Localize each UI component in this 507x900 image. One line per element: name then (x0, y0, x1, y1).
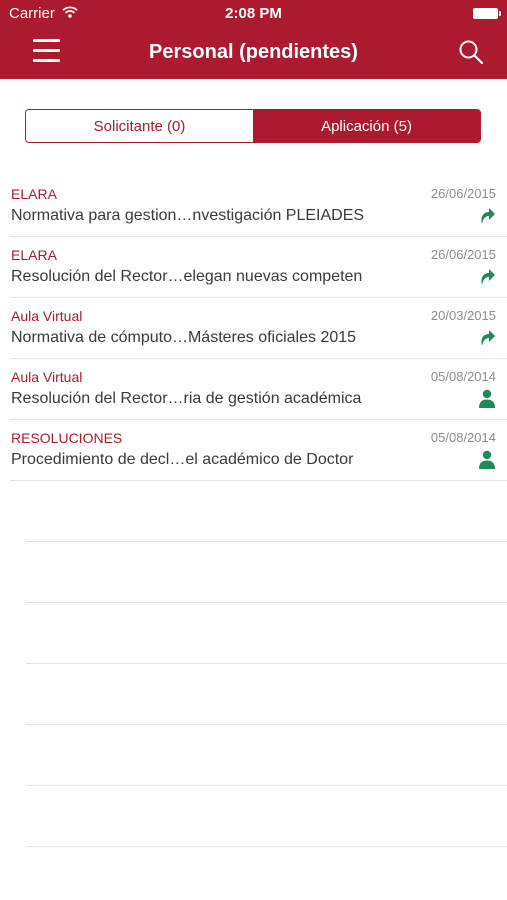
item-description: Resolución del Rector…elegan nuevas comp… (11, 268, 363, 285)
forward-arrow-icon (481, 208, 495, 224)
empty-row-separator (26, 724, 507, 725)
list-item[interactable]: RESOLUCIONES 05/08/2014 Procedimiento de… (0, 420, 507, 481)
item-category: Aula Virtual (11, 369, 83, 385)
item-date: 05/08/2014 (430, 430, 496, 445)
list-item[interactable]: ELARA 26/06/2015 Resolución del Rector…e… (0, 237, 507, 298)
segmented-control: Solicitante (0) Aplicación (5) (25, 109, 481, 143)
person-icon (479, 450, 495, 469)
forward-arrow-icon (481, 269, 495, 285)
empty-row-separator (26, 846, 507, 847)
list-item[interactable]: Aula Virtual 05/08/2014 Resolución del R… (0, 359, 507, 420)
item-date: 26/06/2015 (430, 247, 496, 262)
item-category: RESOLUCIONES (11, 430, 123, 446)
item-date: 26/06/2015 (430, 186, 496, 201)
item-description: Normativa para gestion…nvestigación PLEI… (11, 207, 365, 224)
clock: 2:08 PM (225, 5, 282, 22)
item-category: ELARA (11, 247, 57, 263)
empty-row-separator (26, 663, 507, 664)
battery-icon (473, 8, 501, 19)
item-description: Resolución del Rector…ria de gestión aca… (11, 390, 362, 407)
tab-aplicacion[interactable]: Aplicación (5) (253, 110, 480, 142)
item-description: Normativa de cómputo…Másteres oficiales … (11, 329, 357, 346)
navigation-bar: Carrier 2:08 PM Personal (pendientes) (0, 0, 507, 79)
tab-solicitante[interactable]: Solicitante (0) (26, 110, 253, 142)
forward-arrow-icon (481, 330, 495, 346)
list-item[interactable]: ELARA 26/06/2015 Normativa para gestion…… (0, 176, 507, 237)
pending-items-list: ELARA 26/06/2015 Normativa para gestion…… (0, 176, 507, 481)
empty-row-separator (26, 602, 507, 603)
search-button[interactable] (457, 38, 485, 66)
item-date: 05/08/2014 (430, 369, 496, 384)
page-title: Personal (pendientes) (149, 41, 358, 63)
empty-row-separator (26, 541, 507, 542)
person-icon (479, 389, 495, 408)
empty-row-separator (26, 785, 507, 786)
item-date: 20/03/2015 (430, 308, 496, 323)
item-category: ELARA (11, 186, 57, 202)
list-item[interactable]: Aula Virtual 20/03/2015 Normativa de cóm… (0, 298, 507, 359)
item-description: Procedimiento de decl…el académico de Do… (11, 451, 354, 468)
item-category: Aula Virtual (11, 308, 83, 324)
status-bar: Carrier 2:08 PM (0, 0, 507, 28)
